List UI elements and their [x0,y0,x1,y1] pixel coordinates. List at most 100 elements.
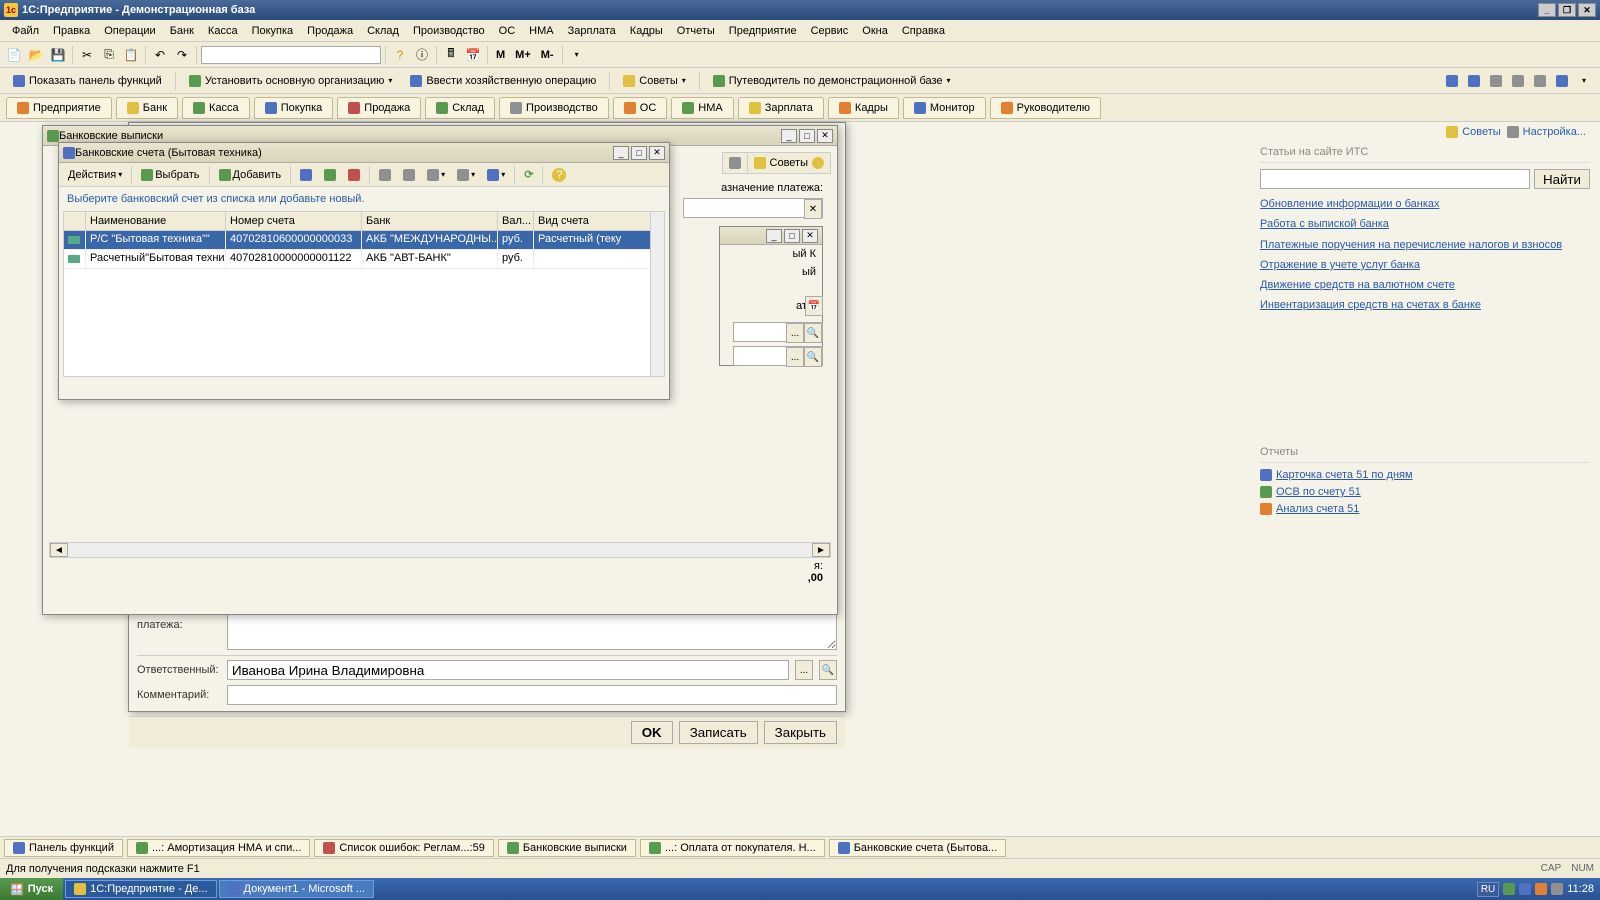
accounts-titlebar[interactable]: Банковские счета (Бытовая техника) _ □ ✕ [59,143,669,163]
its-search-input[interactable] [1260,169,1530,189]
comment-input[interactable] [227,685,837,705]
col-icon[interactable] [64,212,86,230]
tab-personnel[interactable]: Кадры [828,97,899,119]
responsible-btn[interactable]: ... [795,660,813,680]
menu-windows[interactable]: Окна [856,23,894,39]
max-button[interactable]: □ [799,129,815,143]
redo-icon[interactable]: ↷ [172,45,192,65]
menu-production[interactable]: Производство [407,23,491,39]
tab-warehouse[interactable]: Склад [425,97,495,119]
menu-file[interactable]: Файл [6,23,45,39]
ra-icon-3[interactable] [1486,71,1506,91]
clock[interactable]: 11:28 [1567,883,1594,895]
tool-icon-1[interactable] [729,157,741,169]
scrollbar[interactable] [650,212,664,376]
max-icon[interactable]: □ [784,229,800,243]
menu-cash[interactable]: Касса [202,23,244,39]
task-2[interactable]: Список ошибок: Реглам...:59 [314,839,493,857]
paste-icon[interactable]: 📋 [121,45,141,65]
tb-btn-4[interactable] [452,166,480,184]
calendar-icon[interactable]: 📅 [463,45,483,65]
its-link-3[interactable]: Отражение в учете услуг банка [1260,258,1590,272]
bg-btn-1s[interactable]: 🔍 [804,323,822,343]
tab-monitor[interactable]: Монитор [903,97,986,119]
minimize-button[interactable]: _ [1538,3,1556,17]
undo-icon[interactable]: ↶ [150,45,170,65]
menu-reports[interactable]: Отчеты [671,23,721,39]
copy-icon[interactable]: ⎘ [99,45,119,65]
close-icon[interactable]: ✕ [802,229,818,243]
ra-more-icon[interactable] [1574,71,1594,91]
col-currency[interactable]: Вал... [498,212,534,230]
save-icon[interactable]: 💾 [48,45,68,65]
responsible-open-btn[interactable]: 🔍 [819,660,837,680]
menu-sale[interactable]: Продажа [301,23,359,39]
ra-icon-6[interactable] [1552,71,1572,91]
bg-btn-2[interactable]: ... [786,347,804,367]
min-button[interactable]: _ [613,146,629,160]
taskbar-app-word[interactable]: Документ1 - Microsoft ... [219,880,375,898]
col-type[interactable]: Вид счета [534,212,664,230]
tab-purchase[interactable]: Покупка [254,97,334,119]
table-row[interactable]: Расчетный"Бытовая техника 40702810000000… [64,250,664,269]
refresh-button[interactable]: ⟳ [519,166,538,184]
tray-icon-1[interactable] [1503,883,1515,895]
open-icon[interactable]: 📂 [26,45,46,65]
menu-edit[interactable]: Правка [47,23,96,39]
task-4[interactable]: ...: Оплата от покупателя. Н... [640,839,825,857]
enter-op-button[interactable]: Ввести хозяйственную операцию [403,71,603,91]
guide-button[interactable]: Путеводитель по демонстрационной базе [706,71,958,91]
col-number[interactable]: Номер счета [226,212,362,230]
task-1[interactable]: ...: Амортизация НМА и спи... [127,839,310,857]
menu-nma[interactable]: НМА [523,23,559,39]
ra-icon-4[interactable] [1508,71,1528,91]
tray-icon-4[interactable] [1551,883,1563,895]
info-icon[interactable]: ⓘ [412,45,432,65]
copy-button[interactable] [295,166,317,184]
delete-button[interactable] [343,166,365,184]
tab-manager[interactable]: Руководителю [990,97,1101,119]
its-link-1[interactable]: Работа с выпиской банка [1260,217,1590,231]
menu-service[interactable]: Сервис [805,23,855,39]
menu-help[interactable]: Справка [896,23,951,39]
menu-os[interactable]: ОС [493,23,522,39]
start-button[interactable]: 🪟Пуск [0,878,63,900]
filter-button[interactable] [482,166,510,184]
menu-warehouse[interactable]: Склад [361,23,405,39]
its-link-2[interactable]: Платежные поручения на перечисление нало… [1260,238,1590,252]
responsible-input[interactable] [227,660,789,680]
menu-operations[interactable]: Операции [98,23,161,39]
bg-btn-2s[interactable]: 🔍 [804,347,822,367]
toolbar-more-icon[interactable] [567,45,587,65]
scroll-right-icon[interactable]: ► [812,543,830,557]
task-0[interactable]: Панель функций [4,839,123,857]
ra-icon-1[interactable] [1442,71,1462,91]
write-button[interactable]: Записать [679,721,758,744]
tab-os[interactable]: ОС [613,97,668,119]
tab-nma[interactable]: НМА [671,97,733,119]
m-minus-button[interactable]: M- [537,47,558,63]
tray-icon-2[interactable] [1519,883,1531,895]
restore-button[interactable]: ❐ [1558,3,1576,17]
menu-salary[interactable]: Зарплата [562,23,622,39]
table-row[interactable]: Р/С "Бытовая техника"" 40702810600000000… [64,231,664,250]
ok-button[interactable]: OK [631,721,673,744]
tb-btn-3[interactable] [422,166,450,184]
scroll-left-icon[interactable]: ◄ [50,543,68,557]
menu-enterprise[interactable]: Предприятие [723,23,803,39]
bg-btn-1[interactable]: ... [786,323,804,343]
language-indicator[interactable]: RU [1477,882,1499,897]
tab-production[interactable]: Производство [499,97,609,119]
tab-bank[interactable]: Банк [116,97,178,119]
settings-link[interactable]: Настройка... [1507,126,1586,138]
select-button[interactable]: Выбрать [136,166,204,184]
ra-icon-5[interactable] [1530,71,1550,91]
col-bank[interactable]: Банк [362,212,498,230]
col-name[interactable]: Наименование [86,212,226,230]
min-button[interactable]: _ [781,129,797,143]
close-button[interactable]: ✕ [1578,3,1596,17]
menu-bank[interactable]: Банк [164,23,200,39]
tips-link[interactable]: Советы [1446,126,1500,138]
close-button[interactable]: ✕ [649,146,665,160]
tb-btn-2[interactable] [398,166,420,184]
